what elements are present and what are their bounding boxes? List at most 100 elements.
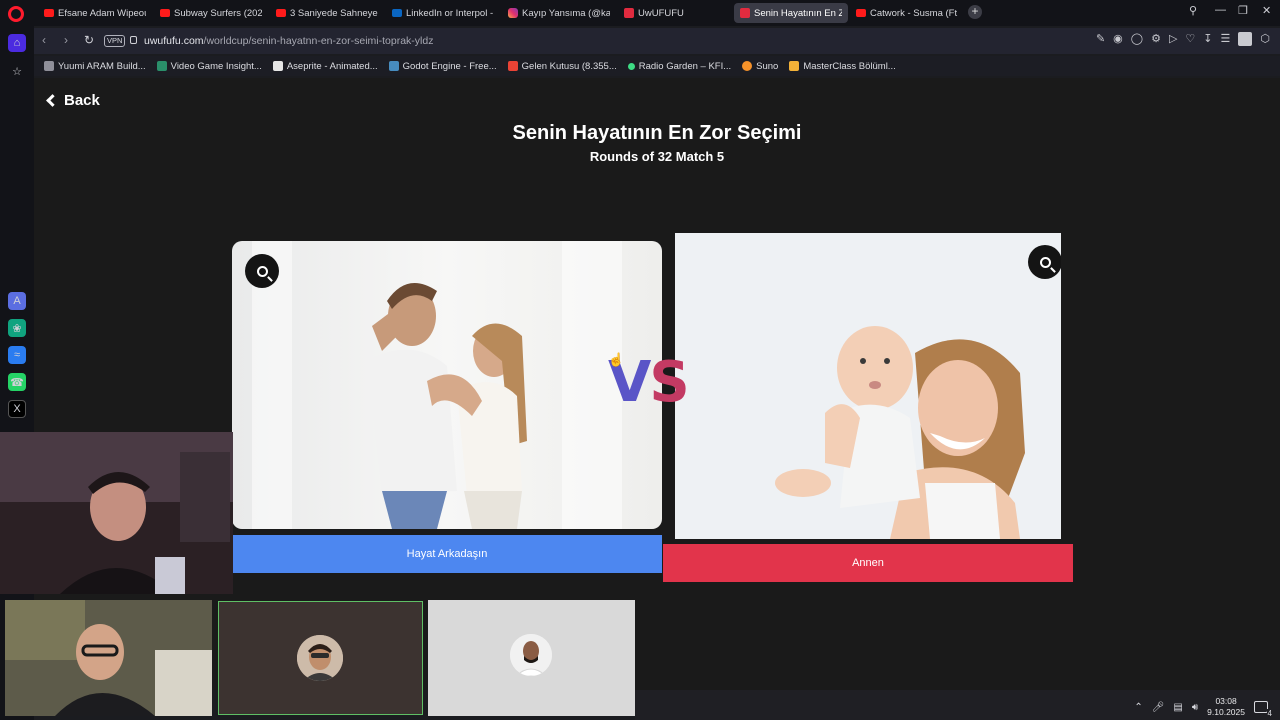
page-title: Senin Hayatının En Zor Seçimi bbox=[512, 122, 802, 144]
browser-tab-strip: Efsane Adam Wipeout'da Subway Surfers (2… bbox=[0, 0, 1280, 26]
guest-webcam-2 bbox=[218, 601, 423, 715]
system-tray: ⌃ 🎤︎ ▤ 🔊︎ 03:08 9.10.2025 4 bbox=[1134, 696, 1273, 718]
clock[interactable]: 03:08 9.10.2025 bbox=[1207, 696, 1245, 718]
back-button[interactable]: Back bbox=[46, 92, 100, 109]
volume-icon[interactable]: 🔊︎ bbox=[1192, 702, 1198, 713]
zoom-in-icon bbox=[256, 265, 268, 277]
url-path: /worldcup/senin-hayatnn-en-zor-seimi-top… bbox=[203, 35, 434, 47]
guest-video-1 bbox=[5, 600, 212, 716]
notification-icon[interactable]: 4 bbox=[1254, 701, 1273, 718]
worldcup-page: Back Senin Hayatının En Zor Seçimi Round… bbox=[34, 78, 1280, 690]
messenger-icon[interactable]: ≈ bbox=[8, 346, 26, 364]
round-subtitle: Rounds of 32 Match 5 bbox=[589, 149, 725, 164]
microphone-icon[interactable]: 🎤︎ bbox=[1152, 702, 1165, 713]
aria-icon[interactable]: A bbox=[8, 292, 26, 310]
url-field[interactable]: uwufufu.com/worldcup/senin-hayatnn-en-zo… bbox=[144, 35, 433, 47]
zoom-left-button[interactable] bbox=[245, 254, 279, 288]
tab-kayip-yansima[interactable]: Kayıp Yansıma (@kayipyan bbox=[502, 3, 616, 23]
restore-button[interactable]: ❐ bbox=[1238, 4, 1248, 17]
star-icon[interactable]: ☆ bbox=[8, 62, 26, 80]
bookmark-item[interactable]: Radio Garden – KFI... bbox=[627, 61, 731, 72]
uwufufu-icon bbox=[740, 8, 750, 18]
minimize-button[interactable]: — bbox=[1215, 4, 1226, 16]
uwufufu-icon bbox=[624, 8, 634, 18]
youtube-icon bbox=[160, 9, 170, 17]
chevron-up-icon[interactable]: ⌃ bbox=[1134, 702, 1142, 713]
clock-time: 03:08 bbox=[1215, 696, 1237, 706]
streamer-webcam bbox=[0, 432, 233, 594]
address-bar-actions: ✎ ◉ ◯ ⚙ ▷ ♡ ↧ ☰ ⬡ bbox=[1096, 32, 1270, 46]
youtube-icon bbox=[276, 9, 286, 17]
edit-icon[interactable]: ✎ bbox=[1096, 32, 1105, 46]
guest-avatar-3 bbox=[510, 634, 552, 676]
bookmark-favicon-icon bbox=[627, 62, 635, 70]
hand-cursor-icon: ☝ bbox=[608, 352, 625, 367]
extensions-icon[interactable]: ⚙ bbox=[1151, 32, 1161, 46]
bookmark-item[interactable]: Gelen Kutusu (8.355... bbox=[507, 61, 617, 72]
opera-logo-icon[interactable] bbox=[8, 6, 24, 22]
bookmark-item[interactable]: Video Game Insight... bbox=[156, 61, 262, 72]
zoom-right-button[interactable] bbox=[1028, 245, 1061, 279]
notification-count: 4 bbox=[1266, 709, 1273, 718]
new-tab-button[interactable]: + bbox=[968, 5, 982, 19]
tab-list: Efsane Adam Wipeout'da Subway Surfers (2… bbox=[38, 3, 966, 23]
bookmark-favicon-icon bbox=[507, 61, 518, 71]
whatsapp-icon[interactable]: ☎ bbox=[8, 373, 26, 391]
tab-uwufufu[interactable]: UwUFUFU bbox=[618, 3, 732, 23]
bookmark-favicon-icon bbox=[388, 61, 399, 71]
chatgpt-icon[interactable]: ❀ bbox=[8, 319, 26, 337]
play-icon[interactable]: ▷ bbox=[1169, 32, 1177, 46]
choose-right-button[interactable]: Annen bbox=[663, 544, 1073, 582]
bookmark-favicon-icon bbox=[789, 61, 800, 71]
back-nav-icon[interactable]: ‹ bbox=[42, 33, 46, 47]
heart-icon[interactable]: ♡ bbox=[1185, 32, 1195, 46]
vpn-badge[interactable]: VPN bbox=[104, 35, 126, 47]
bookmark-item[interactable]: Godot Engine - Free... bbox=[388, 61, 497, 72]
chevron-left-icon bbox=[46, 94, 59, 107]
right-candidate-image[interactable] bbox=[675, 233, 1061, 539]
cube-icon[interactable]: ⬡ bbox=[1260, 32, 1270, 46]
close-window-button[interactable]: ✕ bbox=[1262, 4, 1271, 17]
home-icon[interactable]: ⌂ bbox=[8, 34, 26, 52]
choose-left-button[interactable]: Hayat Arkadaşın bbox=[232, 535, 662, 573]
tab-linkedin[interactable]: LinkedIn or Interpol - The bbox=[386, 3, 500, 23]
bookmarks-bar: Yuumi ARAM Build... Video Game Insight..… bbox=[34, 56, 1280, 76]
download-icon[interactable]: ↧ bbox=[1203, 32, 1212, 46]
bookmark-favicon-icon bbox=[156, 61, 167, 71]
guest-webcam-3 bbox=[428, 600, 635, 716]
search-tabs-icon[interactable]: ⚲ bbox=[1189, 4, 1197, 17]
instagram-icon bbox=[508, 8, 518, 18]
forward-nav-icon[interactable]: › bbox=[64, 33, 68, 47]
lock-icon[interactable] bbox=[130, 36, 137, 44]
bookmark-item[interactable]: Yuumi ARAM Build... bbox=[44, 61, 146, 72]
linkedin-icon bbox=[392, 9, 402, 17]
address-bar: ‹ › ↻ VPN uwufufu.com/worldcup/senin-hay… bbox=[34, 28, 1280, 54]
guest-avatar-2 bbox=[297, 635, 343, 681]
camera-icon[interactable]: ◉ bbox=[1113, 32, 1123, 46]
youtube-icon bbox=[44, 9, 54, 17]
tab-catwork[interactable]: Catwork - Susma (Ft.Melis bbox=[850, 3, 964, 23]
profile-icon[interactable] bbox=[1238, 32, 1253, 46]
bookmark-item[interactable]: Aseprite - Animated... bbox=[272, 61, 378, 72]
shield-icon[interactable]: ◯ bbox=[1131, 32, 1143, 46]
left-candidate-image[interactable] bbox=[232, 241, 662, 529]
clock-date: 9.10.2025 bbox=[1207, 707, 1245, 717]
tab-subway-surfers[interactable]: Subway Surfers (2023) - G bbox=[154, 3, 268, 23]
reload-icon[interactable]: ↻ bbox=[84, 33, 94, 47]
menu-icon[interactable]: ☰ bbox=[1221, 32, 1231, 46]
url-host: uwufufu.com bbox=[144, 35, 204, 47]
bookmark-item[interactable]: Suno bbox=[742, 61, 778, 72]
tab-efsane-adam[interactable]: Efsane Adam Wipeout'da bbox=[38, 3, 152, 23]
bookmark-favicon-icon bbox=[44, 61, 54, 71]
couple-photo bbox=[232, 241, 662, 529]
tab-3-saniyede[interactable]: 3 Saniyede Sahneye Göre bbox=[270, 3, 384, 23]
x-icon[interactable]: X bbox=[8, 400, 26, 418]
bookmark-item[interactable]: MasterClass Bölüml... bbox=[789, 61, 896, 72]
guest-webcam-1 bbox=[5, 600, 212, 716]
network-icon[interactable]: ▤ bbox=[1173, 702, 1182, 713]
youtube-icon bbox=[856, 9, 866, 17]
bookmark-favicon-icon bbox=[272, 61, 283, 71]
bookmark-favicon-icon bbox=[742, 61, 753, 71]
tab-senin-hayatinin[interactable]: Senin Hayatının En Zor Se bbox=[734, 3, 848, 23]
streamer-video bbox=[0, 432, 233, 594]
